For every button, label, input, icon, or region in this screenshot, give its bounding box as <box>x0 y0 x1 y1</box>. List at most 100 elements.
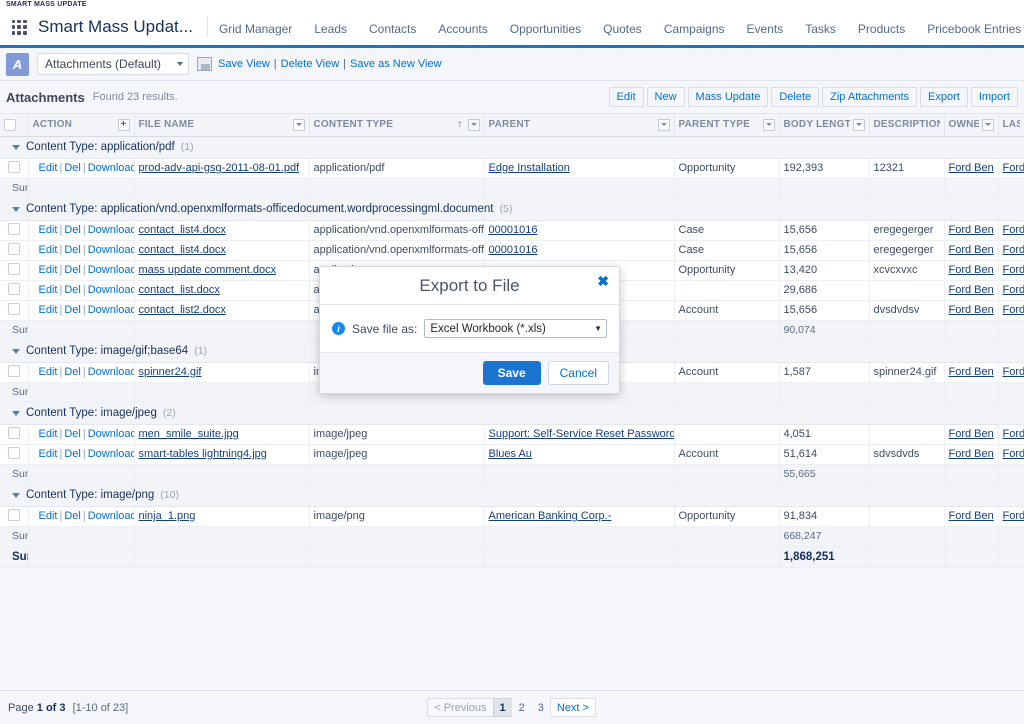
owner-link[interactable]: Ford Ben <box>949 162 994 174</box>
app-name[interactable]: Smart Mass Updat... <box>38 16 208 38</box>
download-link[interactable]: Download <box>88 448 133 460</box>
owner-link[interactable]: Ford Ben <box>949 224 994 236</box>
download-link[interactable]: Download <box>88 510 133 522</box>
tab-accounts[interactable]: Accounts <box>427 9 498 45</box>
edit-link[interactable]: Edit <box>39 284 58 296</box>
download-link[interactable]: Download <box>88 264 133 276</box>
save-view-link[interactable]: Save View <box>218 58 270 70</box>
save-view-icon[interactable] <box>197 57 212 71</box>
file-format-select[interactable]: Excel Workbook (*.xls) ▼ <box>424 319 607 338</box>
parent-link[interactable]: Blues Au <box>489 448 532 460</box>
import-button[interactable]: Import <box>970 87 1018 107</box>
column-menu-icon[interactable] <box>292 118 305 131</box>
owner-link[interactable]: Ford Ben <box>949 428 994 440</box>
save-button[interactable]: Save <box>482 361 541 385</box>
column-menu-icon[interactable] <box>762 118 775 131</box>
file-name-link[interactable]: ninja_1.png <box>139 510 196 522</box>
delete-button[interactable]: Delete <box>771 87 820 107</box>
owner-link[interactable]: Ford Ben <box>949 366 994 378</box>
parent-link[interactable]: Edge Installation <box>489 162 570 174</box>
export-button[interactable]: Export <box>920 87 968 107</box>
tab-opportunities[interactable]: Opportunities <box>499 9 592 45</box>
edit-button[interactable]: Edit <box>608 87 644 107</box>
column-header-content_type[interactable]: CONTENT TYPE ↑ <box>309 114 485 137</box>
select-all-checkbox[interactable] <box>4 118 16 131</box>
column-header-body_length[interactable]: BODY LENGTH <box>779 114 870 137</box>
row-checkbox[interactable] <box>7 222 20 235</box>
add-column-icon[interactable]: + <box>117 118 130 131</box>
delete-link[interactable]: Del <box>64 304 81 316</box>
view-selector[interactable]: Attachments (Default) <box>37 53 189 75</box>
column-menu-icon[interactable] <box>657 118 670 131</box>
owner-link[interactable]: Ford Ben <box>949 510 994 522</box>
group-collapse-toggle-icon[interactable] <box>12 348 20 354</box>
owner-link[interactable]: Ford Ben <box>949 264 994 276</box>
row-checkbox[interactable] <box>7 262 20 275</box>
tab-grid-manager[interactable]: Grid Manager <box>208 9 303 45</box>
last-modified-by-link[interactable]: Ford Ben <box>1003 244 1024 256</box>
page-button-2[interactable]: 2 <box>511 698 532 717</box>
delete-link[interactable]: Del <box>64 428 81 440</box>
download-link[interactable]: Download <box>88 162 133 174</box>
tab-leads[interactable]: Leads <box>303 9 358 45</box>
owner-link[interactable]: Ford Ben <box>949 304 994 316</box>
edit-link[interactable]: Edit <box>39 304 58 316</box>
file-name-link[interactable]: spinner24.gif <box>139 366 202 378</box>
download-link[interactable]: Download <box>88 224 133 236</box>
delete-view-link[interactable]: Delete View <box>281 58 340 70</box>
column-header-file_name[interactable]: FILE NAME <box>134 114 310 137</box>
tab-tasks[interactable]: Tasks <box>794 9 847 45</box>
row-checkbox[interactable] <box>7 426 20 439</box>
row-checkbox[interactable] <box>7 446 20 459</box>
group-header-row[interactable]: Content Type: application/pdf (1) <box>0 136 1024 159</box>
download-link[interactable]: Download <box>88 244 133 256</box>
parent-link[interactable]: 00001016 <box>489 224 538 236</box>
table-row[interactable]: Edit|Del|Download| contact_list4.docx appl… <box>0 220 1024 241</box>
row-checkbox[interactable] <box>7 282 20 295</box>
download-link[interactable]: Download <box>88 366 133 378</box>
last-modified-by-link[interactable]: Ford Ben <box>1003 224 1024 236</box>
cancel-button[interactable]: Cancel <box>547 361 609 385</box>
edit-link[interactable]: Edit <box>39 224 58 236</box>
row-checkbox[interactable] <box>7 508 20 521</box>
parent-link[interactable]: American Banking Corp.- <box>489 510 612 522</box>
table-row[interactable]: Edit|Del|Download| men_smile_suite.jpg ima… <box>0 424 1024 445</box>
edit-link[interactable]: Edit <box>39 428 58 440</box>
last-modified-by-link[interactable]: Ford Ben <box>1003 284 1024 296</box>
group-header-row[interactable]: Content Type: image/png (10) <box>0 484 1024 507</box>
next-page-button[interactable]: Next > <box>549 698 596 717</box>
file-name-link[interactable]: contact_list2.docx <box>139 304 226 316</box>
delete-link[interactable]: Del <box>64 244 81 256</box>
group-collapse-toggle-icon[interactable] <box>12 144 20 150</box>
mass-update-button[interactable]: Mass Update <box>687 87 769 107</box>
sort-ascending-icon[interactable]: ↑ <box>457 119 462 130</box>
table-row[interactable]: Edit|Del|Download| ninja_1.png image/png Am… <box>0 506 1024 527</box>
delete-link[interactable]: Del <box>64 224 81 236</box>
file-name-link[interactable]: smart-tables lightning4.jpg <box>139 448 267 460</box>
delete-link[interactable]: Del <box>64 366 81 378</box>
delete-link[interactable]: Del <box>64 162 81 174</box>
owner-link[interactable]: Ford Ben <box>949 448 994 460</box>
row-checkbox[interactable] <box>7 364 20 377</box>
delete-link[interactable]: Del <box>64 284 81 296</box>
column-header-parent[interactable]: PARENT <box>484 114 675 137</box>
column-header-last_modified[interactable]: LAST MO <box>998 114 1024 137</box>
file-name-link[interactable]: contact_list.docx <box>139 284 220 296</box>
previous-page-button[interactable]: < Previous <box>427 698 494 717</box>
download-link[interactable]: Download <box>88 304 133 316</box>
last-modified-by-link[interactable]: Ford Ben <box>1003 304 1024 316</box>
edit-link[interactable]: Edit <box>39 448 58 460</box>
group-header-row[interactable]: Content Type: application/vnd.openxmlfor… <box>0 198 1024 221</box>
row-checkbox[interactable] <box>7 160 20 173</box>
edit-link[interactable]: Edit <box>39 244 58 256</box>
edit-link[interactable]: Edit <box>39 264 58 276</box>
tab-contacts[interactable]: Contacts <box>358 9 427 45</box>
edit-link[interactable]: Edit <box>39 510 58 522</box>
column-menu-icon[interactable] <box>981 118 994 131</box>
column-header-owner[interactable]: OWNER <box>944 114 999 137</box>
zip-attachments-button[interactable]: Zip Attachments <box>822 87 918 107</box>
page-button-1[interactable]: 1 <box>492 698 513 717</box>
save-as-new-view-link[interactable]: Save as New View <box>350 58 442 70</box>
app-launcher-icon[interactable] <box>0 9 38 45</box>
column-header-description[interactable]: DESCRIPTION <box>869 114 945 137</box>
